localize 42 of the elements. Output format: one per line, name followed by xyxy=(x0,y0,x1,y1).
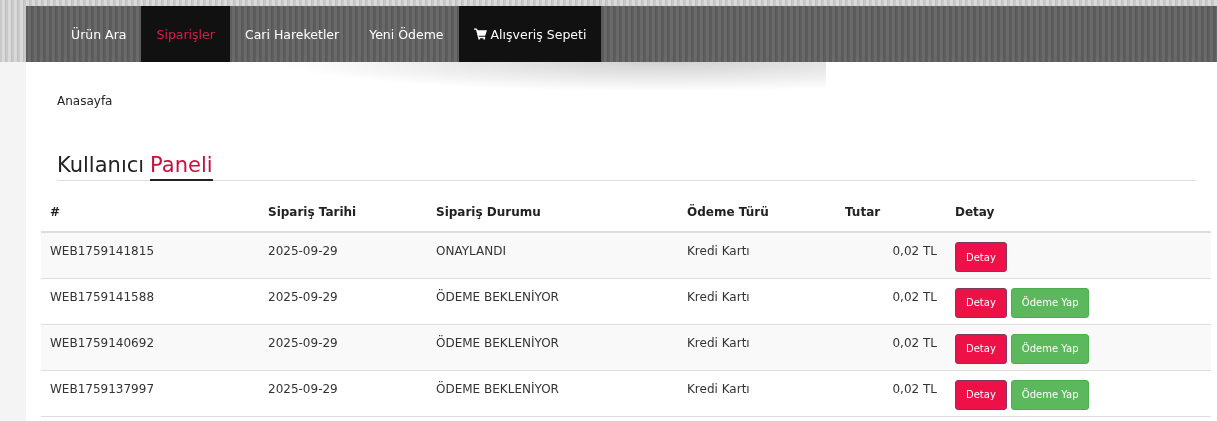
table-cell: Kredi Kartı xyxy=(687,381,750,396)
table-cell: WEB1759140692 xyxy=(50,335,155,350)
table-cell: Kredi Kartı xyxy=(687,289,750,304)
column-header: Sipariş Durumu xyxy=(436,205,541,219)
nav-tab[interactable]: Yeni Ödeme xyxy=(354,6,459,62)
table-cell: Kredi Kartı xyxy=(687,335,750,350)
pay-button[interactable]: Ödeme Yap xyxy=(1010,333,1090,364)
column-header: # xyxy=(50,205,61,219)
column-header: Detay xyxy=(955,205,995,219)
page-title: Kullanıcı xyxy=(57,153,145,179)
pay-button[interactable]: Ödeme Yap xyxy=(1010,287,1090,318)
table-cell: ONAYLANDI xyxy=(436,244,506,258)
detail-button[interactable]: Detay xyxy=(955,379,1007,410)
nav-tab[interactable]: Ürün Ara xyxy=(56,6,142,62)
page-title-accent: Paneli xyxy=(150,153,213,181)
table-cell: 0,02 TL xyxy=(892,289,937,304)
breadcrumb-link[interactable]: Anasayfa xyxy=(57,94,113,108)
table-cell: ÖDEME BEKLENİYOR xyxy=(436,335,559,350)
column-header: Ödeme Türü xyxy=(687,205,769,219)
table-cell: 0,02 TL xyxy=(892,381,937,396)
table-cell: WEB1759137997 xyxy=(50,381,155,396)
table-cell: WEB1759141815 xyxy=(50,244,155,258)
pay-button[interactable]: Ödeme Yap xyxy=(1010,379,1090,410)
nav-tab[interactable]: Siparişler xyxy=(141,6,230,62)
table-cell: 2025-09-29 xyxy=(268,335,338,350)
table-cell: 2025-09-29 xyxy=(268,381,338,396)
column-header: Tutar xyxy=(845,205,881,219)
nav-tab[interactable]: Cari Hareketler xyxy=(229,6,355,62)
table-cell: ÖDEME BEKLENİYOR xyxy=(436,289,559,304)
table-cell: Kredi Kartı xyxy=(687,244,750,258)
detail-button[interactable]: Detay xyxy=(955,333,1007,364)
table-cell: ÖDEME BEKLENİYOR xyxy=(436,381,559,396)
cart-icon xyxy=(473,28,487,40)
table-cell: 0,02 TL xyxy=(892,244,937,258)
detail-button[interactable]: Detay xyxy=(955,242,1007,272)
nav-tab[interactable]: Alışveriş Sepeti xyxy=(458,6,602,62)
detail-button[interactable]: Detay xyxy=(955,287,1007,318)
table-cell: WEB1759141588 xyxy=(50,289,155,304)
table-cell: 2025-09-29 xyxy=(268,289,338,304)
table-cell: 2025-09-29 xyxy=(268,244,338,258)
column-header: Sipariş Tarihi xyxy=(268,205,357,219)
table-cell: 0,02 TL xyxy=(892,335,937,350)
